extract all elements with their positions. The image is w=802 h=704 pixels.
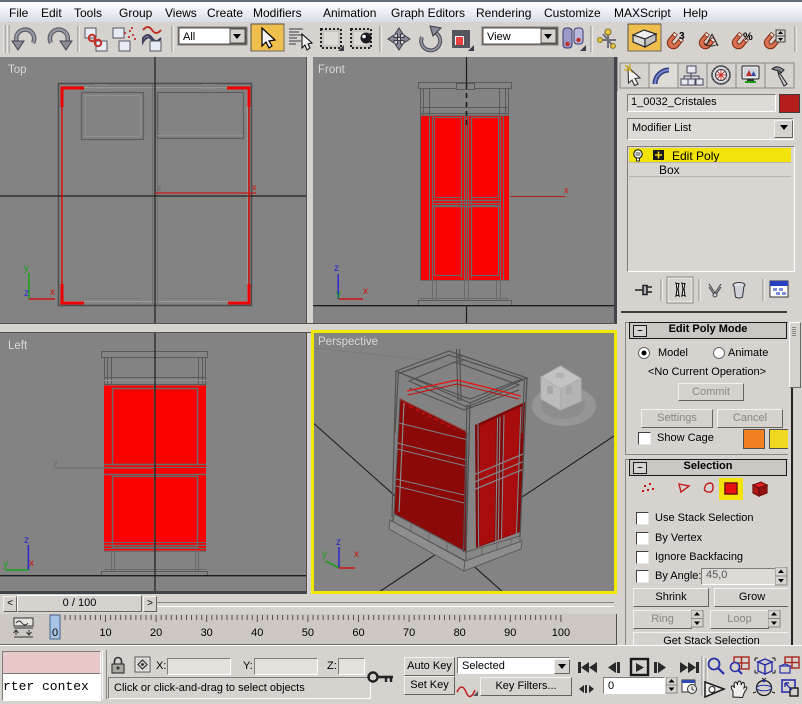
svg-text:10: 10 (99, 627, 111, 639)
svg-text:x: x (50, 287, 55, 298)
svg-text:z: z (24, 288, 29, 299)
svg-text:60: 60 (352, 627, 364, 639)
svg-text:All: All (183, 31, 195, 43)
svg-text:3: 3 (679, 31, 685, 42)
svg-text:y: y (322, 549, 327, 560)
svg-text:z: z (334, 263, 339, 274)
svg-text:Left: Left (8, 340, 28, 352)
svg-text:y: y (24, 263, 29, 274)
svg-text:90: 90 (504, 627, 516, 639)
svg-text:z: z (24, 535, 29, 546)
svg-text:y: y (3, 559, 8, 570)
svg-text:y: y (53, 457, 58, 467)
svg-text:Perspective: Perspective (318, 336, 378, 348)
svg-text:30: 30 (201, 627, 213, 639)
svg-text:x: x (29, 558, 34, 569)
svg-text:Front: Front (318, 64, 346, 76)
svg-text:x: x (354, 549, 359, 560)
svg-text:x: x (564, 185, 569, 195)
svg-text:70: 70 (403, 627, 415, 639)
svg-text:0: 0 (52, 627, 58, 639)
svg-text:80: 80 (454, 627, 466, 639)
svg-text:%: % (743, 31, 753, 43)
svg-text:x: x (252, 182, 257, 192)
svg-text:20: 20 (150, 627, 162, 639)
svg-text:View: View (487, 31, 511, 43)
svg-text:x: x (363, 286, 368, 297)
svg-text:Top: Top (8, 64, 27, 76)
svg-text:z: z (157, 183, 162, 193)
svg-text:100: 100 (552, 627, 570, 639)
svg-text:40: 40 (251, 627, 263, 639)
svg-text:y: y (336, 289, 341, 300)
svg-text:50: 50 (302, 627, 314, 639)
svg-text:z: z (336, 537, 341, 548)
